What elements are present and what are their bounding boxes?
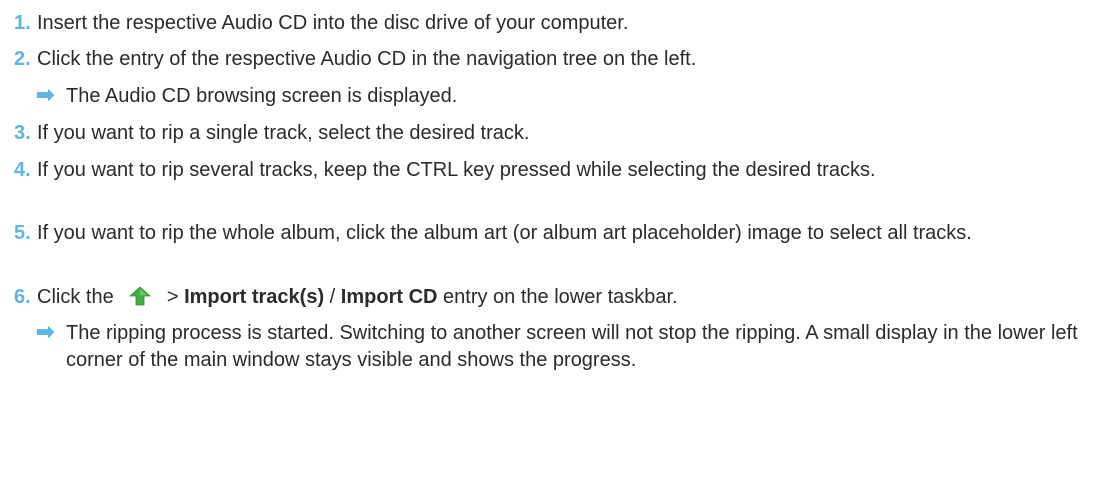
- step-text: If you want to rip the whole album, clic…: [37, 222, 972, 244]
- step-number: 3.: [14, 122, 31, 144]
- result-1: ➡ The Audio CD browsing screen is displa…: [0, 83, 1086, 110]
- step-number: 4.: [14, 159, 31, 181]
- step-5: 5. If you want to rip the whole album, c…: [0, 220, 1086, 247]
- step-text: Insert the respective Audio CD into the …: [37, 12, 629, 34]
- right-arrow-icon: ➡: [36, 319, 55, 344]
- step-text: If you want to rip a single track, selec…: [37, 122, 530, 144]
- import-tracks-label: Import track(s): [184, 286, 325, 308]
- step-text: If you want to rip several tracks, keep …: [37, 159, 876, 181]
- step-number: 2.: [14, 48, 31, 70]
- step-number: 6.: [14, 286, 31, 308]
- step-1: 1. Insert the respective Audio CD into t…: [0, 10, 1086, 37]
- result-text: The ripping process is started. Switchin…: [66, 322, 1078, 371]
- instruction-list: 1. Insert the respective Audio CD into t…: [0, 0, 1100, 482]
- step-prefix: Click the: [37, 286, 114, 308]
- result-2: ➡ The ripping process is started. Switch…: [0, 320, 1086, 374]
- step-separator: /: [329, 286, 336, 308]
- step-3: 3. If you want to rip a single track, se…: [0, 120, 1086, 147]
- step-number: 5.: [14, 222, 31, 244]
- right-arrow-icon: ➡: [36, 82, 55, 107]
- green-up-arrow-icon: [129, 286, 152, 306]
- import-cd-label: Import CD: [340, 286, 438, 308]
- step-2: 2. Click the entry of the respective Aud…: [0, 46, 1086, 73]
- step-4: 4. If you want to rip several tracks, ke…: [0, 157, 1086, 184]
- step-text: Click the entry of the respective Audio …: [37, 48, 697, 70]
- step-separator: >: [166, 286, 179, 308]
- result-text: The Audio CD browsing screen is displaye…: [66, 85, 458, 107]
- step-number: 1.: [14, 12, 31, 34]
- step-suffix: entry on the lower taskbar.: [443, 286, 678, 308]
- step-6: 6. Click the > Import track(s) / Import …: [0, 284, 1086, 311]
